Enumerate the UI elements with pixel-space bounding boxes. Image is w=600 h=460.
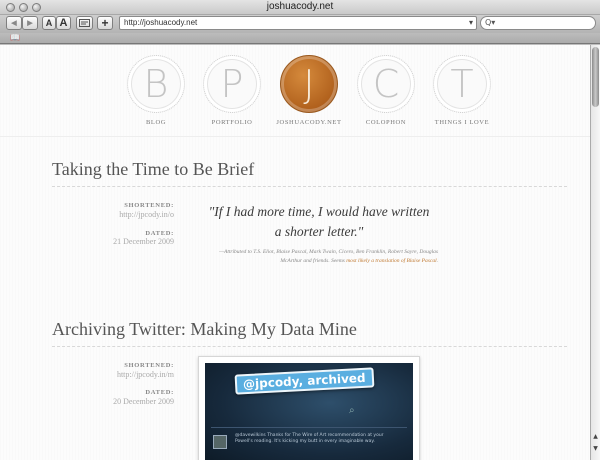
quote-line: "If I had more time, I would have writte… <box>208 204 430 219</box>
post-divider <box>52 346 567 347</box>
shortened-link[interactable]: http://jpcody.in/m <box>14 370 174 379</box>
shortened-link[interactable]: http://jpcody.in/o <box>14 210 174 219</box>
quote-line: a shorter letter." <box>274 224 364 239</box>
bookmarks-bar: 📖 <box>0 33 600 44</box>
attribution-line: McArthur and friends. Seems most likely … <box>200 257 438 266</box>
post-image-frame[interactable]: @jpcody, archived ⌕ @davewilkins Thanks … <box>198 356 420 460</box>
url-text: http://joshuacody.net <box>124 18 198 27</box>
shortened-label: SHORTENED: <box>124 362 174 369</box>
attribution-end: . <box>436 258 438 264</box>
nav-circle-colophon[interactable]: C <box>357 55 415 113</box>
text-smaller-button[interactable]: A <box>42 16 56 30</box>
window-titlebar: joshuacody.net <box>0 0 600 15</box>
forward-button[interactable]: ▶ <box>22 16 38 30</box>
plus-icon: + <box>101 16 109 30</box>
dated-label: DATED: <box>145 389 174 396</box>
quote-attribution: —Attributed to T.S. Eliot, Blaise Pascal… <box>200 248 438 266</box>
nav-label-portfolio[interactable]: PORTFOLIO <box>197 119 267 126</box>
forward-arrow-icon: ▶ <box>27 20 33 27</box>
snapback-icon <box>79 19 90 27</box>
image-banner-text: @jpcody, archived <box>234 367 375 395</box>
nav-item-colophon[interactable]: C COLOPHON <box>351 55 421 126</box>
browser-toolbar: ◀ ▶ A A + http://joshuacody.net ▾ Q▾ <box>0 15 600 33</box>
url-dropdown-icon[interactable]: ▾ <box>469 17 473 29</box>
post-image: @jpcody, archived ⌕ @davewilkins Thanks … <box>205 363 413 460</box>
nav-circle-home[interactable]: J <box>280 55 338 113</box>
nav-item-blog[interactable]: B BLOG <box>121 55 191 126</box>
post-title[interactable]: Archiving Twitter: Making My Data Mine <box>52 319 357 340</box>
search-input[interactable]: Q▾ <box>480 16 596 30</box>
nav-label-colophon[interactable]: COLOPHON <box>351 119 421 126</box>
nav-circle-blog[interactable]: B <box>127 55 185 113</box>
image-divider <box>211 427 407 428</box>
post-title[interactable]: Taking the Time to Be Brief <box>52 159 254 180</box>
image-avatar <box>213 435 227 449</box>
snapback-button[interactable] <box>76 16 93 30</box>
attribution-line: —Attributed to T.S. Eliot, Blaise Pascal… <box>219 249 438 255</box>
scroll-down-arrow-icon[interactable]: ▼ <box>592 445 599 452</box>
attribution-link[interactable]: most likely a translation of Blaise Pasc… <box>346 258 436 264</box>
nav-circle-things-i-love[interactable]: T <box>433 55 491 113</box>
dated-value: 21 December 2009 <box>113 237 174 246</box>
scroll-thumb[interactable] <box>592 47 599 107</box>
dated-value: 20 December 2009 <box>113 397 174 406</box>
back-arrow-icon: ◀ <box>11 20 17 27</box>
nav-label-blog[interactable]: BLOG <box>121 119 191 126</box>
attribution-text: McArthur and friends. Seems <box>280 258 347 264</box>
pull-quote: "If I had more time, I would have writte… <box>200 202 438 242</box>
text-smaller-label: A <box>45 18 53 28</box>
add-bookmark-button[interactable]: + <box>97 16 113 30</box>
scroll-up-arrow-icon[interactable]: ▲ <box>592 433 599 440</box>
nav-item-home[interactable]: J JOSHUACODY.NET <box>274 55 344 126</box>
search-icon: Q▾ <box>485 18 496 27</box>
nav-item-things-i-love[interactable]: T THINGS I LOVE <box>427 55 497 126</box>
nav-label-things-i-love[interactable]: THINGS I LOVE <box>427 119 497 126</box>
post-divider <box>52 186 567 187</box>
url-field[interactable]: http://joshuacody.net ▾ <box>119 16 477 30</box>
vertical-scrollbar[interactable]: ▲ ▼ <box>590 45 600 460</box>
text-bigger-button[interactable]: A <box>56 16 71 30</box>
window-title: joshuacody.net <box>266 1 334 12</box>
site-header: B BLOG P PORTFOLIO J JOSHUACODY.NET C CO… <box>0 45 590 137</box>
nav-item-portfolio[interactable]: P PORTFOLIO <box>197 55 267 126</box>
nav-label-home[interactable]: JOSHUACODY.NET <box>274 119 344 126</box>
page-viewport: B BLOG P PORTFOLIO J JOSHUACODY.NET C CO… <box>0 45 590 460</box>
text-bigger-label: A <box>59 17 68 29</box>
shortened-label: SHORTENED: <box>124 202 174 209</box>
dated-label: DATED: <box>145 230 174 237</box>
back-button[interactable]: ◀ <box>6 16 22 30</box>
nav-circle-portfolio[interactable]: P <box>203 55 261 113</box>
image-tweet-text: @davewilkins Thanks for The Wire of Art … <box>235 433 384 444</box>
image-search-icon: ⌕ <box>349 405 355 416</box>
bookmarks-book-icon[interactable]: 📖 <box>10 33 20 42</box>
